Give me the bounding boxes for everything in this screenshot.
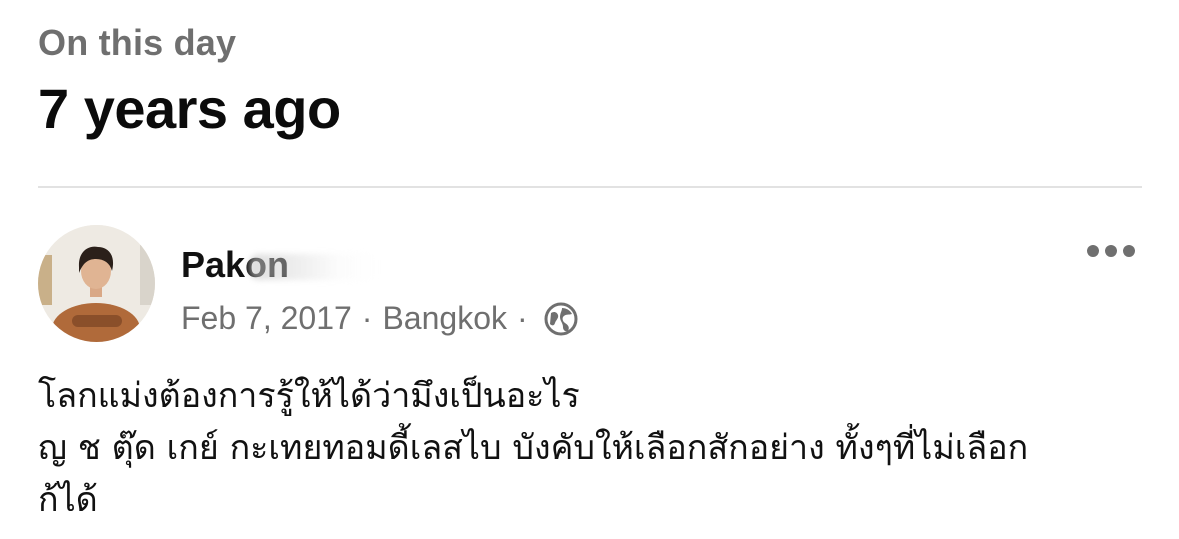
- meta-separator: ·: [361, 300, 373, 336]
- meta-separator: ·: [516, 300, 528, 336]
- post-text-line: ญ ช ตุ๊ด เกย์ กะเทยทอมดี้เลสไบ บังคับให้…: [38, 428, 1029, 468]
- divider: [38, 186, 1142, 188]
- post-text-line: โลกแม่งต้องการรู้ให้ได้ว่ามึงเป็นอะไร: [38, 376, 580, 416]
- memory-header: On this day 7 years ago: [38, 22, 341, 141]
- more-dot: [1123, 245, 1135, 257]
- post-location[interactable]: Bangkok: [382, 300, 507, 337]
- more-options-icon[interactable]: [1087, 245, 1135, 257]
- more-dot: [1087, 245, 1099, 257]
- memory-headline: 7 years ago: [38, 77, 341, 140]
- avatar[interactable]: [38, 225, 155, 342]
- profile-photo: [38, 225, 155, 342]
- memory-kicker: On this day: [38, 22, 237, 63]
- post-date[interactable]: Feb 7, 2017: [181, 300, 352, 337]
- post-meta: Feb 7, 2017 · Bangkok ·: [181, 300, 578, 337]
- redacted-name-blur: [249, 254, 379, 280]
- post-text-line: ก้ได้: [38, 480, 98, 520]
- more-dot: [1105, 245, 1117, 257]
- post-text: โลกแม่งต้องการรู้ให้ได้ว่ามึงเป็นอะไร ญ …: [38, 370, 1148, 526]
- globe-icon[interactable]: [544, 302, 578, 336]
